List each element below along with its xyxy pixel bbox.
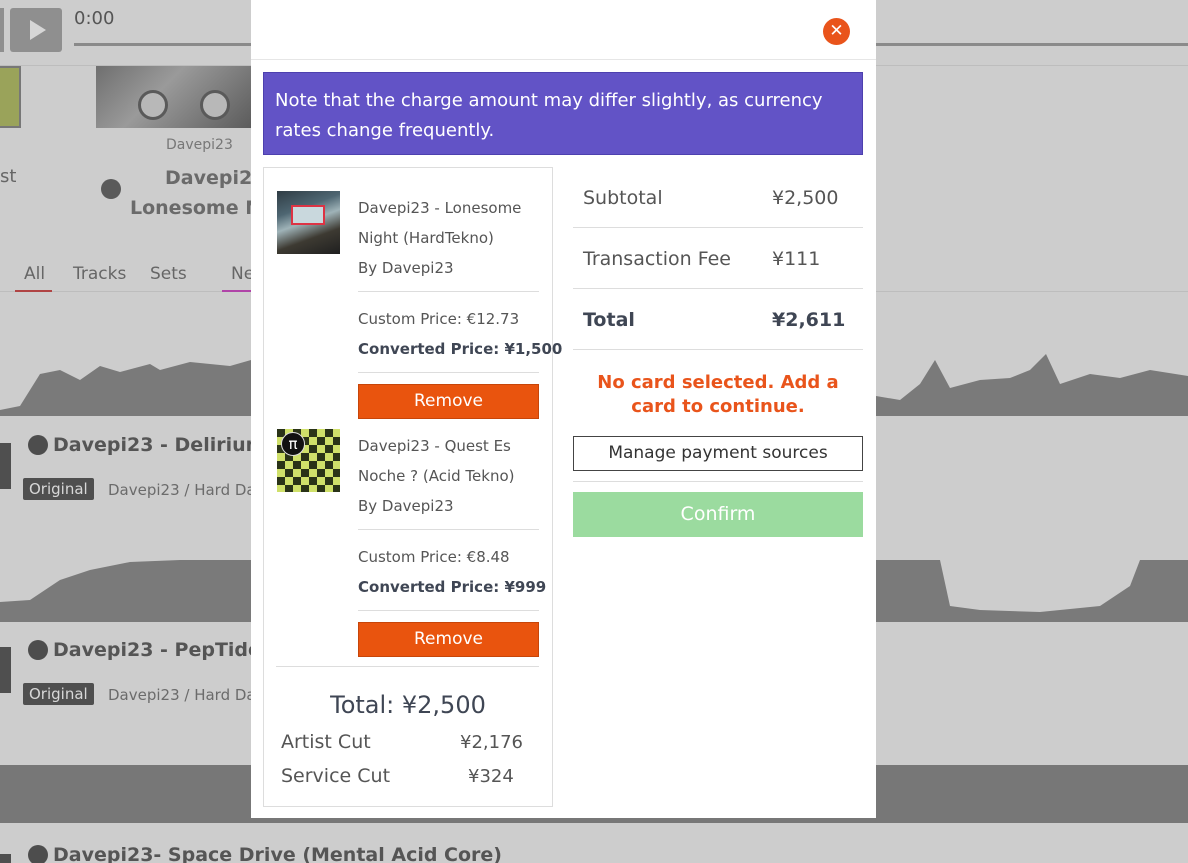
playback-time: 0:00 <box>74 8 115 29</box>
tab-all[interactable]: All <box>24 264 45 284</box>
track-play-button[interactable] <box>0 443 11 489</box>
featured-artist[interactable]: Davepi23 <box>166 137 233 153</box>
featured-thumbnail[interactable] <box>96 66 256 128</box>
featured-fragment: st <box>0 166 17 187</box>
featured-title[interactable]: Davepi23 Lonesome Ni <box>130 163 268 223</box>
original-badge: Original <box>23 683 94 705</box>
item-cover-image: π <box>277 429 340 492</box>
pi-logo: π <box>281 432 305 456</box>
tab-all-underline <box>15 290 52 292</box>
divider <box>358 291 539 292</box>
custom-price: Custom Price: €8.48 <box>358 548 510 566</box>
converted-price: Converted Price: ¥1,500 <box>358 340 563 358</box>
manage-payment-sources-button[interactable]: Manage payment sources <box>573 436 863 471</box>
track-play-button[interactable] <box>0 854 11 863</box>
item-cover-image <box>277 191 340 254</box>
converted-price: Converted Price: ¥999 <box>358 578 547 596</box>
play-icon <box>30 20 46 40</box>
tab-tracks[interactable]: Tracks <box>73 264 126 284</box>
service-cut-value: ¥324 <box>468 766 514 787</box>
original-badge: Original <box>23 478 94 500</box>
item-title: Davepi23 - Quest Es Noche ? (Acid Tekno)… <box>358 437 515 515</box>
track-title[interactable]: Davepi23 - Delirium [ <box>53 434 281 456</box>
status-dot-icon <box>101 179 121 199</box>
subtotal-value: ¥2,500 <box>772 187 839 209</box>
total-label: Total <box>583 309 635 331</box>
service-cut-label: Service Cut <box>281 765 391 787</box>
modal-header-divider <box>251 59 876 60</box>
currency-notice: Note that the charge amount may differ s… <box>263 72 863 155</box>
divider <box>573 227 863 228</box>
status-dot-icon <box>28 640 48 660</box>
divider <box>573 288 863 289</box>
divider <box>358 610 539 611</box>
divider <box>358 529 539 530</box>
total-value: ¥2,611 <box>772 309 846 331</box>
subtotal-label: Subtotal <box>583 187 663 209</box>
status-dot-icon <box>28 435 48 455</box>
tab-new-underline <box>222 290 252 292</box>
status-dot-icon <box>28 845 48 863</box>
track-title[interactable]: Davepi23- Space Drive (Mental Acid Core) <box>53 844 502 863</box>
artist-cut-label: Artist Cut <box>281 731 371 753</box>
divider <box>276 666 539 667</box>
cart-total: Total: ¥2,500 <box>330 691 486 719</box>
confirm-button[interactable]: Confirm <box>573 492 863 537</box>
divider <box>573 481 863 482</box>
remove-button[interactable]: Remove <box>358 622 539 657</box>
artist-cut-value: ¥2,176 <box>460 732 523 753</box>
custom-price: Custom Price: €12.73 <box>358 310 520 328</box>
track-play-button[interactable] <box>0 647 11 693</box>
divider <box>573 349 863 350</box>
dial-graphic <box>138 90 168 120</box>
featured-thumbnail-left[interactable] <box>0 66 21 128</box>
divider <box>358 372 539 373</box>
remove-button[interactable]: Remove <box>358 384 539 419</box>
previous-button[interactable] <box>0 8 4 52</box>
transaction-fee-label: Transaction Fee <box>583 248 732 270</box>
item-title: Davepi23 - Lonesome Night (HardTekno) By… <box>358 199 522 277</box>
play-button[interactable] <box>10 8 62 52</box>
track-meta[interactable]: Davepi23 / Hard Da <box>108 481 256 499</box>
track-meta[interactable]: Davepi23 / Hard Da <box>108 686 256 704</box>
dial-graphic <box>200 90 230 120</box>
transaction-fee-value: ¥111 <box>772 248 821 270</box>
tab-sets[interactable]: Sets <box>150 264 187 284</box>
close-icon[interactable]: ✕ <box>823 18 850 45</box>
no-card-warning: No card selected. Add a card to continue… <box>597 372 839 417</box>
